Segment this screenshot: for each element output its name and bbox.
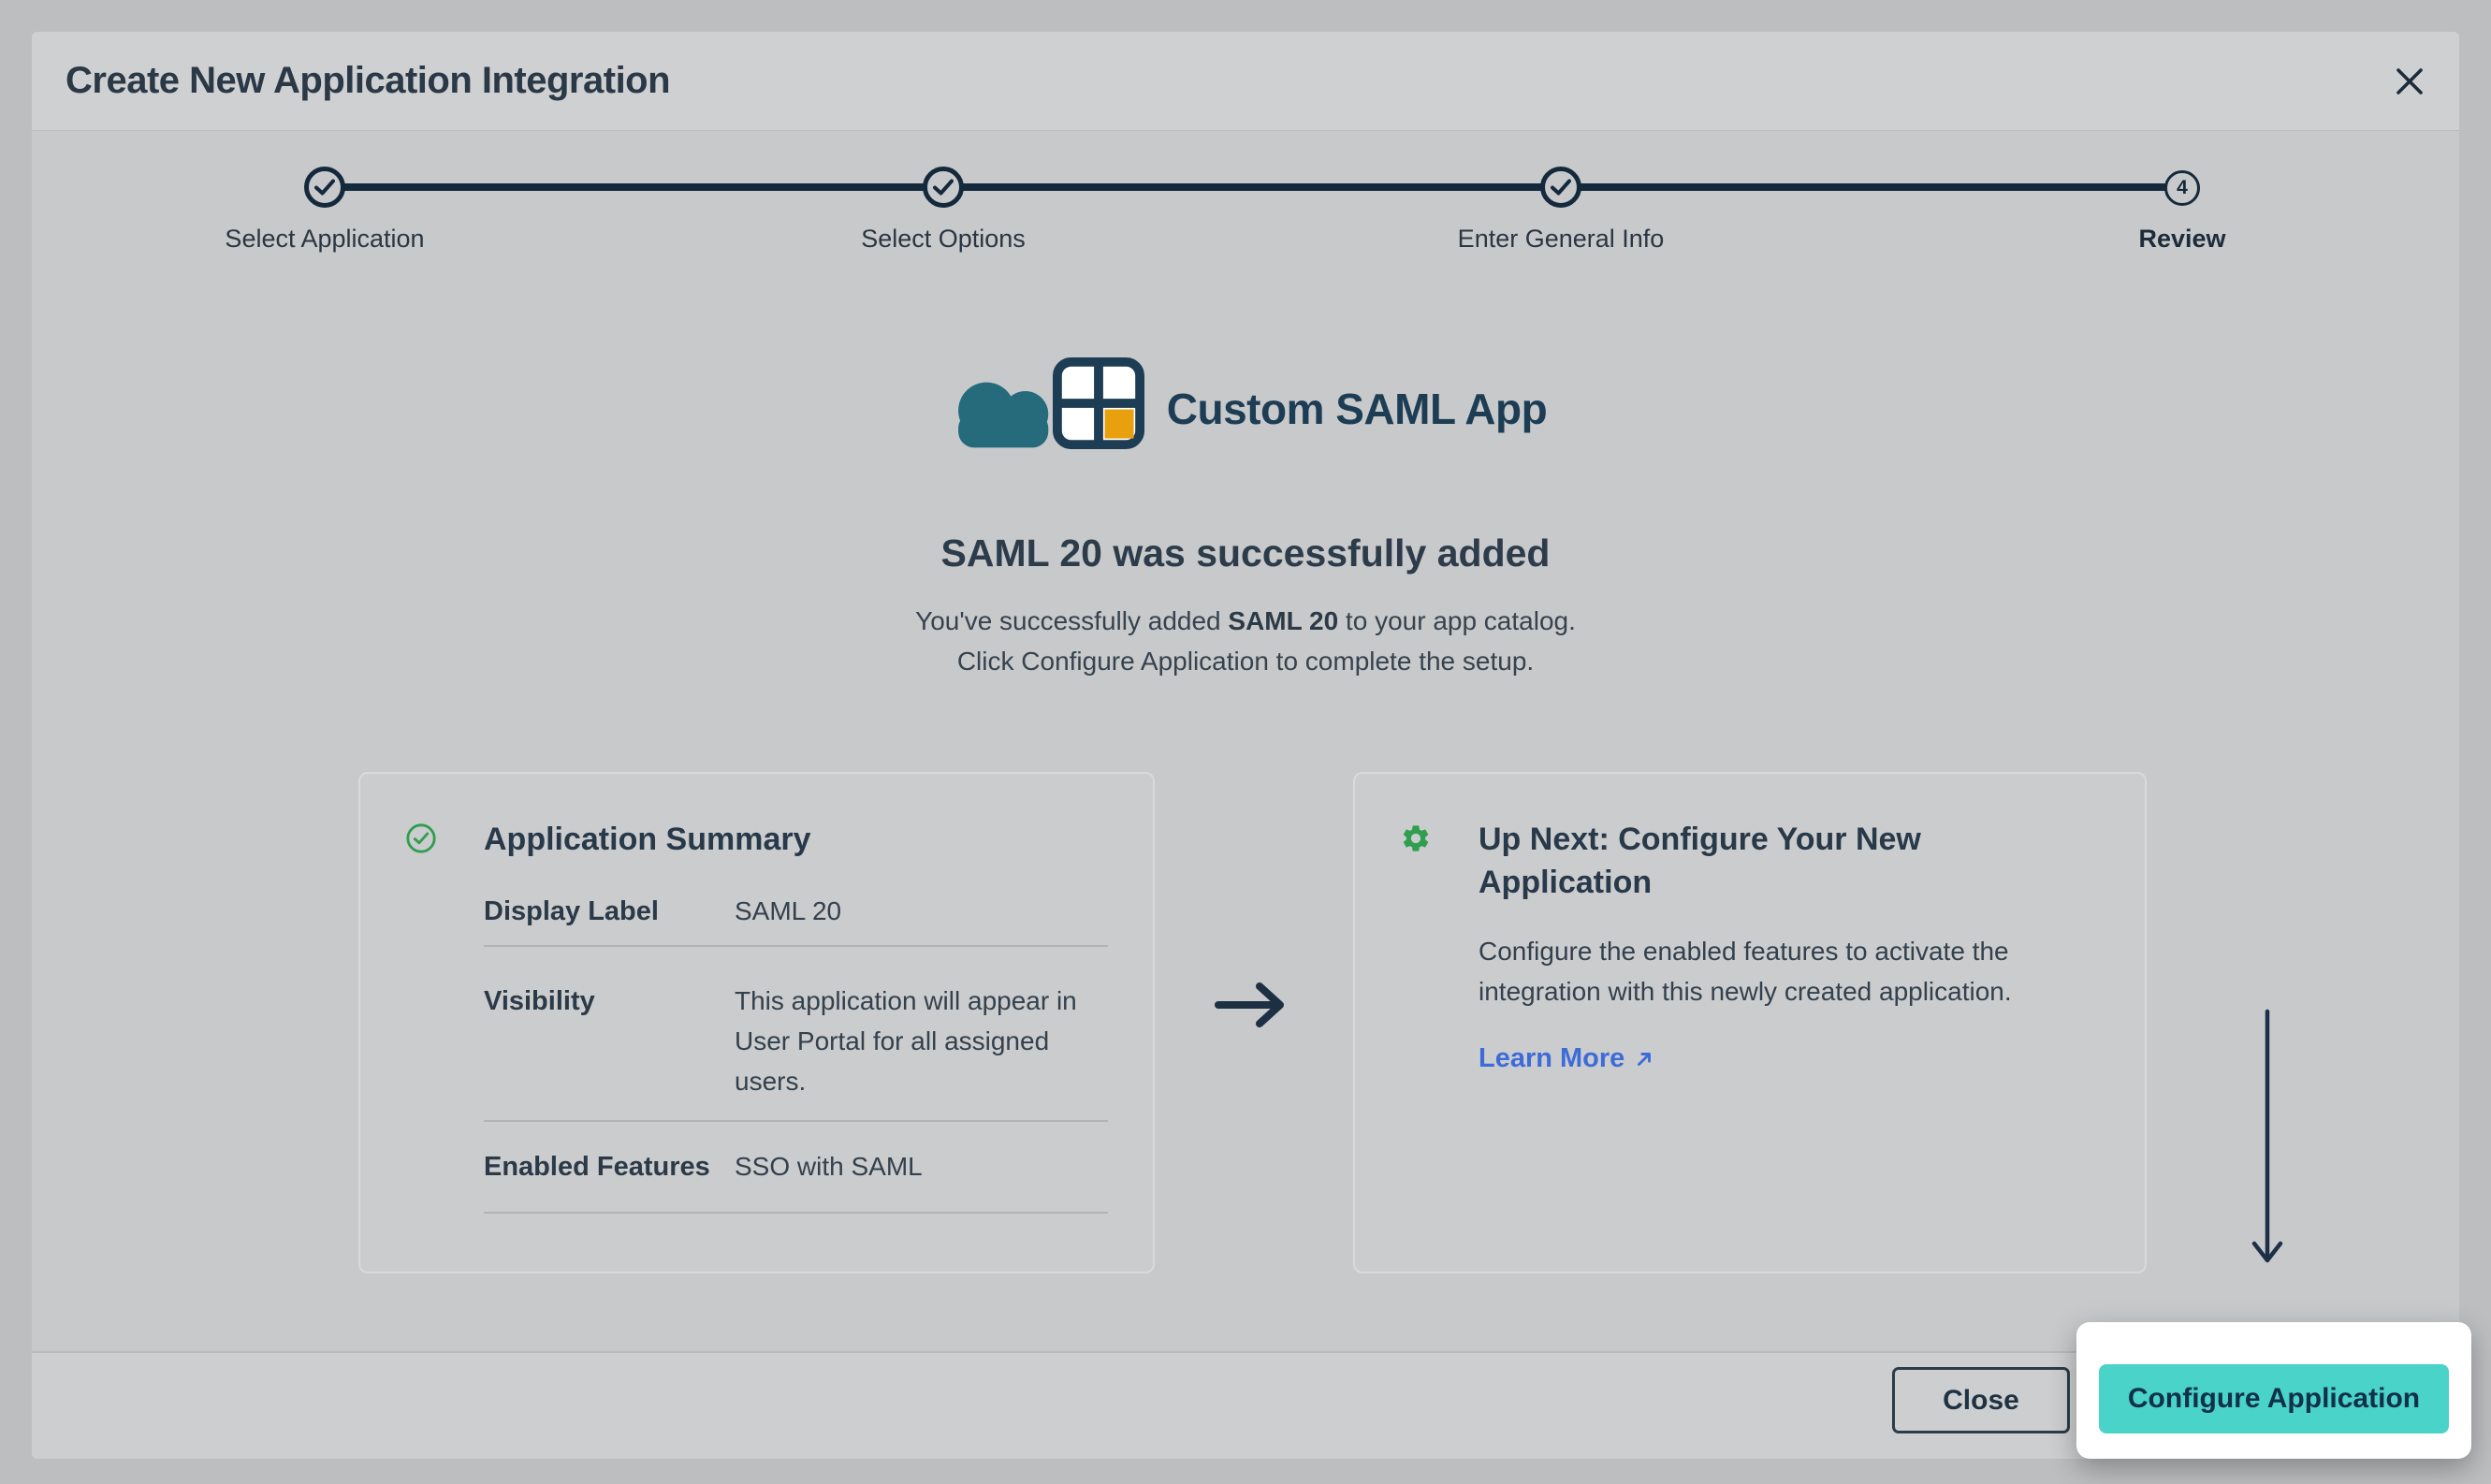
learn-more-label: Learn More [1479, 1043, 1624, 1074]
modal-header: Create New Application Integration [32, 32, 2459, 131]
row-label: Enabled Features [484, 1146, 735, 1187]
check-icon [933, 179, 954, 196]
row-label: Visibility [484, 981, 735, 1101]
summary-row-enabled-features: Enabled Features SSO with SAML [484, 1122, 1108, 1214]
summary-row-display-label: Display Label SAML 20 [484, 881, 1108, 947]
application-summary-card: Application Summary Display Label SAML 2… [358, 772, 1155, 1273]
page-title: Create New Application Integration [66, 60, 670, 102]
row-value: SSO with SAML [735, 1146, 1108, 1187]
configure-application-button[interactable]: Configure Application [2099, 1364, 2449, 1433]
step-circle-review: 4 [2164, 170, 2200, 206]
learn-more-link[interactable]: Learn More [1479, 1043, 1654, 1074]
row-value: This application will appear in User Por… [735, 981, 1108, 1101]
step-label-review: Review [2138, 225, 2225, 254]
close-button[interactable] [2384, 56, 2435, 107]
check-circle-icon [405, 822, 437, 854]
check-icon [1551, 179, 1571, 196]
close-icon [2392, 64, 2427, 99]
app-name-bold: SAML 20 [1228, 606, 1338, 635]
step-circle-enter-general-info[interactable] [1540, 167, 1581, 208]
down-arrow-icon [2245, 1006, 2290, 1277]
step-label-enter-general-info[interactable]: Enter General Info [1458, 225, 1665, 254]
step-circle-select-options[interactable] [923, 167, 964, 208]
cloud-icon [944, 365, 1068, 449]
summary-card-title: Application Summary [484, 818, 811, 861]
row-value: SAML 20 [735, 891, 1108, 932]
step-label-select-application[interactable]: Select Application [225, 225, 424, 254]
app-grid-icon [1053, 357, 1144, 449]
gear-icon [1400, 822, 1432, 854]
success-line-1: You've successfully added SAML 20 to you… [32, 601, 2459, 641]
up-next-card-body: Configure the enabled features to activa… [1479, 931, 2087, 1011]
row-label: Display Label [484, 891, 735, 932]
step-label-select-options[interactable]: Select Options [861, 225, 1026, 254]
up-next-card-title: Up Next: Configure Your New Application [1479, 818, 1984, 904]
step-circle-select-application[interactable] [304, 167, 345, 208]
configure-button-highlight: Configure Application [2076, 1322, 2471, 1459]
check-icon [314, 179, 335, 196]
create-app-modal: Create New Application Integration [32, 32, 2459, 1459]
summary-rows: Display Label SAML 20 Visibility This ap… [484, 881, 1108, 1214]
success-heading: SAML 20 was successfully added [32, 531, 2459, 575]
right-arrow-icon [1213, 980, 1291, 1030]
close-modal-button[interactable]: Close [1892, 1367, 2070, 1433]
app-logo: Custom SAML App [32, 357, 2459, 449]
app-logo-label: Custom SAML App [1167, 384, 1547, 449]
external-link-icon [1634, 1049, 1654, 1069]
screen: Create New Application Integration [0, 0, 2491, 1484]
step-number: 4 [2177, 177, 2188, 199]
up-next-card: Up Next: Configure Your New Application … [1353, 772, 2147, 1273]
success-line-2: Click Configure Application to complete … [32, 641, 2459, 681]
success-message: You've successfully added SAML 20 to you… [32, 601, 2459, 681]
stepper-line [325, 183, 2182, 191]
summary-row-visibility: Visibility This application will appear … [484, 947, 1108, 1122]
